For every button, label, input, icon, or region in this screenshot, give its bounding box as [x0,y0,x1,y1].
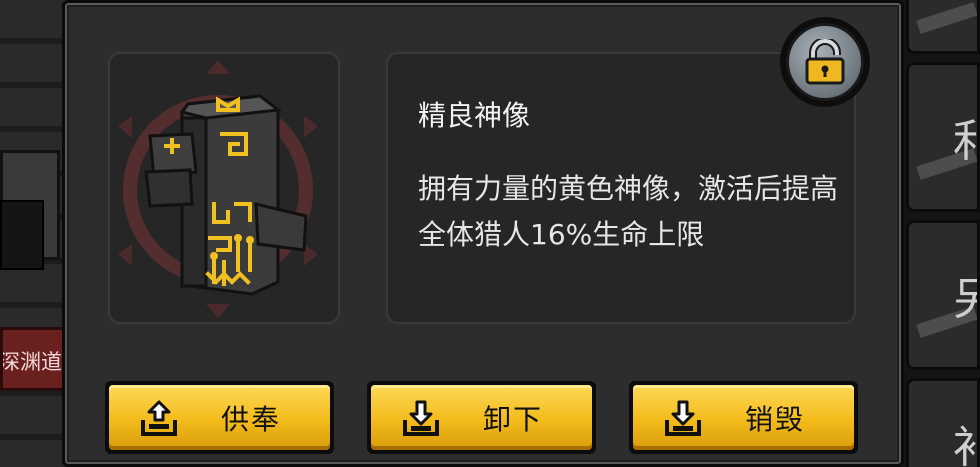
unequip-button[interactable]: 卸下 [367,381,596,454]
padlock-unlocked-icon [805,39,845,85]
side-tab-label: 补 [953,422,977,467]
offer-button-label: 供奉 [221,402,282,436]
offer-button[interactable]: 供奉 [105,381,334,454]
destroy-button[interactable]: 销毁 [629,381,858,454]
item-description-box: 精良神像 拥有力量的黄色神像，激活后提高全体猎人16%生命上限 [386,52,856,324]
item-name: 精良神像 [418,99,531,132]
upload-tray-icon [141,400,177,436]
side-tab-1[interactable] [906,0,980,54]
download-tray-icon [403,400,439,436]
side-tab-2[interactable]: 利 [906,62,980,212]
side-tab-label: 另 [953,274,977,325]
background-right-menu: 利 另 补 [898,0,980,467]
destroy-button-label: 销毁 [745,402,806,436]
background-machine [0,200,44,270]
unequip-button-label: 卸下 [483,402,544,436]
background-left-scene: 深渊道 [0,0,70,467]
background-location-sign: 深渊道 [0,327,66,391]
side-tab-label: 利 [953,116,977,167]
totem-statue-icon [118,60,318,318]
item-description: 拥有力量的黄色神像，激活后提高全体猎人16%生命上限 [418,172,839,251]
side-tab-4[interactable]: 补 [906,378,980,467]
item-preview-box [108,52,340,324]
lock-toggle-button[interactable] [780,17,870,107]
download-tray-icon [665,400,701,436]
side-tab-3[interactable]: 另 [906,220,980,370]
